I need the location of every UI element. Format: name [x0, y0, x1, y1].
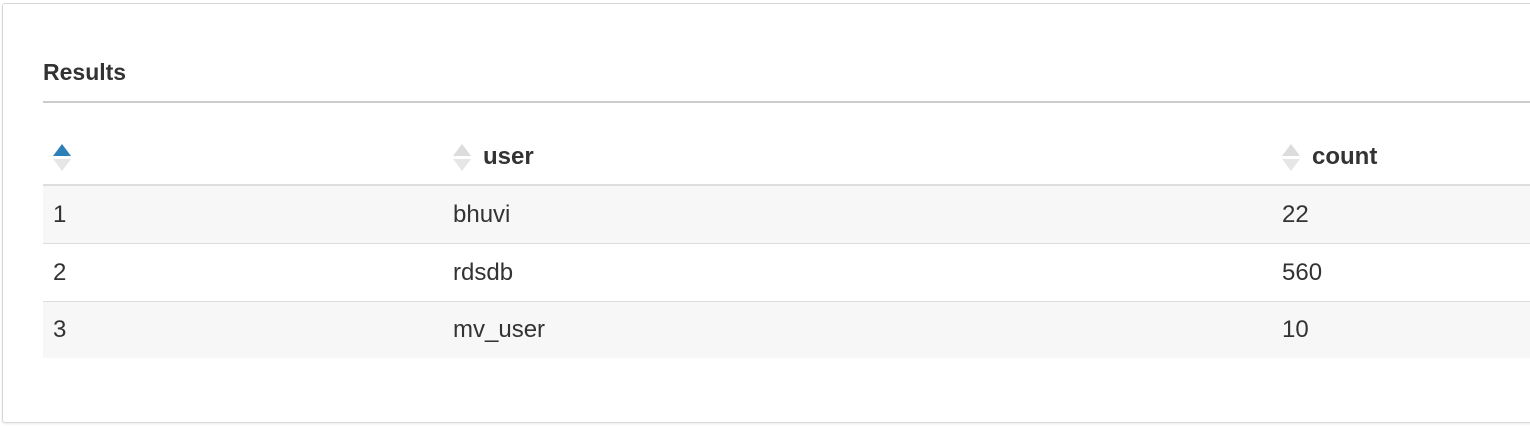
column-header-index[interactable]: [53, 129, 83, 185]
cell-count: 560: [1282, 258, 1323, 286]
cell-user: mv_user: [453, 316, 546, 343]
results-title: Results: [43, 59, 127, 85]
cell-index: 1: [53, 200, 67, 228]
cell-index: 3: [53, 316, 67, 343]
table-header: user count: [43, 129, 1530, 186]
table-row: 2 rdsdb 560: [43, 244, 1530, 302]
sort-ascending-icon: [53, 142, 71, 172]
results-table: user count 1 bhuvi 22 2 rdsdb 560 3 mv_u…: [43, 129, 1530, 358]
column-header-user[interactable]: user: [453, 129, 534, 185]
sort-icon: [453, 142, 471, 172]
column-header-label: count: [1312, 143, 1378, 170]
column-header-count[interactable]: count: [1282, 129, 1377, 185]
sort-icon: [1282, 142, 1300, 172]
cell-count: 22: [1282, 200, 1309, 228]
cell-index: 2: [53, 258, 67, 286]
title-divider: [43, 101, 1530, 103]
table-row: 3 mv_user 10: [43, 302, 1530, 358]
table-row: 1 bhuvi 22: [43, 186, 1530, 244]
cell-count: 10: [1282, 316, 1309, 343]
cell-user: rdsdb: [453, 258, 514, 286]
cell-user: bhuvi: [453, 200, 511, 228]
column-header-label: user: [483, 143, 534, 170]
